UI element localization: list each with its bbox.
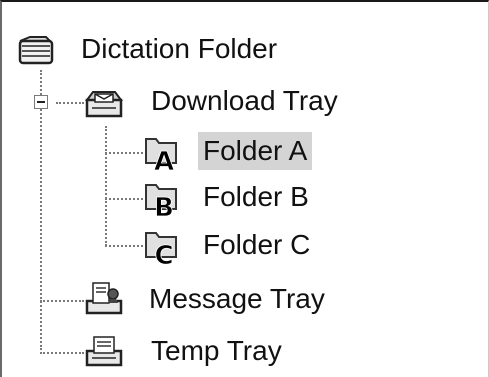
tree-node-folder-a[interactable]: A Folder A <box>142 126 362 176</box>
tree-node-label: Folder A <box>198 132 313 170</box>
download-tray-icon <box>84 82 124 122</box>
tree-guide-line <box>105 245 143 247</box>
message-tray-icon <box>84 279 124 319</box>
tree-guide-line <box>105 126 107 246</box>
tree-guide-line <box>56 102 84 104</box>
tree-guide-line <box>105 198 143 200</box>
tree-node-download-tray[interactable]: Download Tray <box>84 76 404 126</box>
folder-b-icon: B <box>142 177 182 217</box>
tree-node-label: Folder B <box>203 181 309 212</box>
dictation-folder-icon <box>16 29 56 69</box>
collapse-toggle-icon[interactable] <box>34 95 48 109</box>
tree-node-temp-tray[interactable]: Temp Tray <box>84 326 404 376</box>
tree-guide-line <box>40 352 84 354</box>
tree-node-message-tray[interactable]: Message Tray <box>84 274 404 324</box>
folder-c-icon: C <box>142 225 182 265</box>
tree-node-folder-c[interactable]: C Folder C <box>142 220 362 270</box>
dictation-tree-view[interactable]: Dictation Folder Download Tray A Folder … <box>0 0 489 377</box>
tree-node-label: Message Tray <box>149 283 325 314</box>
tree-node-folder-b[interactable]: B Folder B <box>142 172 362 222</box>
tree-guide-line <box>105 152 143 154</box>
folder-a-icon: A <box>142 131 182 171</box>
tree-node-dictation-folder[interactable]: Dictation Folder <box>16 24 336 74</box>
temp-tray-icon <box>84 331 124 371</box>
tree-guide-line <box>40 300 84 302</box>
tree-node-label: Download Tray <box>151 85 338 116</box>
tree-guide-line <box>40 70 42 350</box>
tree-node-label: Folder C <box>203 229 311 260</box>
svg-text:B: B <box>154 193 174 217</box>
svg-text:A: A <box>154 147 174 171</box>
tree-node-label: Dictation Folder <box>81 33 278 64</box>
svg-text:C: C <box>154 241 173 265</box>
tree-node-label: Temp Tray <box>151 335 282 366</box>
